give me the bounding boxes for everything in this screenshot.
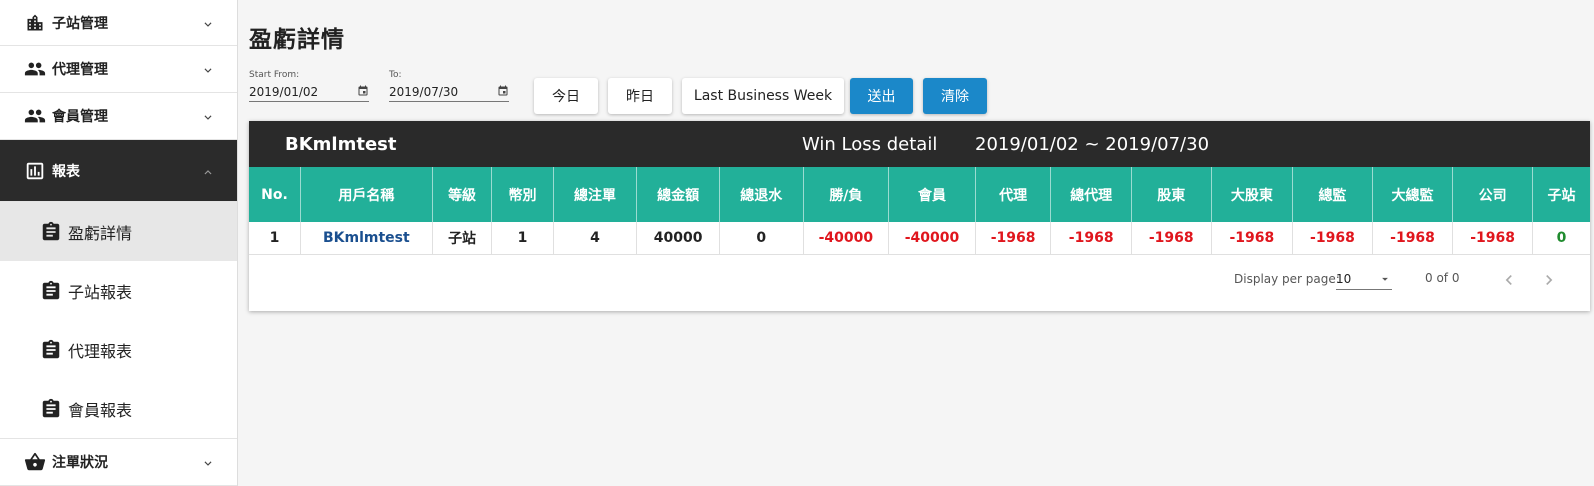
chevron-down-icon (204, 21, 212, 27)
basket-icon (24, 451, 46, 473)
sidebar-subitem-winloss[interactable]: 盈虧詳情 (0, 202, 237, 261)
sidebar-item-label: 注單狀況 (52, 455, 108, 471)
sidebar-item-agent[interactable]: 代理管理 (0, 46, 237, 93)
table-cell: 1 (491, 222, 554, 255)
column-header: 幣別 (491, 167, 554, 222)
start-date-label: Start From: (249, 70, 300, 80)
table-cell: 0 (1532, 222, 1590, 255)
pagination: Display per page: 10 0 of 0 (249, 264, 1590, 294)
sidebar-subitem-label: 會員報表 (68, 400, 133, 420)
clipboard-icon (40, 280, 62, 302)
column-header: 子站 (1547, 187, 1576, 204)
chevron-down-icon (204, 68, 212, 73)
column-header: 用戶名稱 (300, 167, 433, 222)
column-header: 勝/負 (803, 167, 890, 222)
page-title: 盈虧詳情 (249, 27, 345, 53)
table-cell: -1968 (1452, 222, 1533, 255)
per-page-select[interactable]: 10 (1336, 268, 1392, 290)
table-cell: 40000 (636, 222, 720, 255)
table-cell: -1968 (975, 222, 1052, 255)
report-user: BKmlmtest (285, 134, 397, 155)
last-business-week-button[interactable]: Last Business Week (682, 78, 844, 114)
column-header: 總金額 (636, 167, 720, 222)
people-icon (24, 58, 46, 80)
per-page-value: 10 (1336, 271, 1352, 286)
table-row: 1 BKmlmtest 子站 1 4 40000 0 -40000 -40000… (249, 222, 1590, 255)
column-header: 股東 (1131, 167, 1212, 222)
sidebar-item-label: 代理管理 (52, 62, 108, 78)
chevron-left-icon[interactable] (1499, 270, 1519, 290)
people-icon (24, 105, 46, 127)
page-count: 0 of 0 (1425, 271, 1460, 285)
username-link[interactable]: BKmlmtest (300, 222, 433, 255)
table-cell: 0 (719, 222, 804, 255)
end-date-field[interactable]: To: 2019/07/30 (389, 70, 509, 102)
column-header: 大總監 (1372, 167, 1454, 222)
table-cell: -1968 (1131, 222, 1212, 255)
sidebar-item-label: 報表 (52, 163, 80, 180)
calendar-icon[interactable] (357, 85, 369, 97)
column-header: 總注單 (553, 167, 638, 222)
start-date-input[interactable]: 2019/01/02 (249, 83, 318, 99)
table-header-row: No. 用戶名稱 等級 幣別 總注單 總金額 總退水 勝/負 會員 代理 總代理… (249, 167, 1590, 222)
main-content: 盈虧詳情 Start From: 2019/01/02 To: 2019/07/… (249, 0, 1594, 486)
table-cell: 子站 (432, 222, 493, 255)
today-button[interactable]: 今日 (534, 78, 598, 114)
table-cell: -1968 (1050, 222, 1132, 255)
report-card: BKmlmtest Win Loss detail 2019/01/02 ~ 2… (249, 121, 1590, 311)
clipboard-icon (40, 339, 62, 361)
sidebar-item-member[interactable]: 會員管理 (0, 93, 237, 140)
sidebar-subitem-label: 代理報表 (68, 341, 133, 361)
column-header: 等級 (432, 167, 493, 222)
table-cell: 4 (553, 222, 638, 255)
column-header: 代理 (975, 167, 1052, 222)
column-header: 總退水 (719, 167, 804, 222)
column-header: 大股東 (1211, 167, 1294, 222)
clear-button[interactable]: 清除 (923, 78, 987, 114)
sidebar-subitem-substation-report[interactable]: 子站報表 (0, 261, 237, 320)
chevron-right-icon[interactable] (1539, 270, 1559, 290)
column-header: 公司 (1452, 167, 1533, 222)
sidebar-item-reports[interactable]: 報表 (0, 140, 237, 202)
yesterday-button[interactable]: 昨日 (608, 78, 672, 114)
end-date-input[interactable]: 2019/07/30 (389, 83, 458, 99)
sidebar-item-bet-status[interactable]: 注單狀況 (0, 439, 237, 486)
table-cell: 1 (249, 222, 301, 255)
end-date-label: To: (389, 70, 402, 80)
sidebar: 子站管理 代理管理 會員管理 報表 盈虧詳情 子站報表 代理報表 會員報表 注單… (0, 0, 238, 486)
winloss-table: No. 用戶名稱 等級 幣別 總注單 總金額 總退水 勝/負 會員 代理 總代理… (249, 167, 1590, 255)
table-cell: -1968 (1372, 222, 1454, 255)
report-range: 2019/01/02 ~ 2019/07/30 (975, 134, 1210, 155)
calendar-icon[interactable] (497, 85, 509, 97)
report-header: BKmlmtest Win Loss detail 2019/01/02 ~ 2… (249, 121, 1590, 167)
column-header: 總代理 (1050, 167, 1132, 222)
table-cell: -1968 (1211, 222, 1294, 255)
submit-button[interactable]: 送出 (850, 78, 913, 114)
table-cell: -40000 (888, 222, 976, 255)
building-icon (24, 12, 46, 34)
column-header: No. (249, 167, 301, 222)
sidebar-item-label: 會員管理 (52, 109, 108, 125)
sidebar-subitem-agent-report[interactable]: 代理報表 (0, 320, 237, 379)
column-header: 總監 (1292, 167, 1373, 222)
table-cell: -40000 (803, 222, 890, 255)
clipboard-icon (40, 221, 62, 243)
table-cell: -1968 (1292, 222, 1373, 255)
sidebar-subitem-label: 子站報表 (68, 282, 133, 302)
sidebar-item-substation[interactable]: 子站管理 (0, 0, 237, 46)
sidebar-item-label: 子站管理 (52, 15, 108, 32)
sidebar-subitem-member-report[interactable]: 會員報表 (0, 379, 237, 438)
chevron-down-icon (204, 461, 212, 466)
per-page-label: Display per page: (1234, 272, 1340, 286)
report-title: Win Loss detail (802, 134, 938, 155)
chevron-up-icon (204, 169, 212, 174)
sidebar-subitem-label: 盈虧詳情 (68, 223, 133, 243)
clipboard-icon (40, 398, 62, 420)
dropdown-arrow-icon (1382, 277, 1388, 281)
start-date-field[interactable]: Start From: 2019/01/02 (249, 70, 369, 102)
column-header: 會員 (888, 167, 976, 222)
chart-icon (24, 160, 46, 182)
reports-submenu: 盈虧詳情 子站報表 代理報表 會員報表 (0, 202, 237, 439)
chevron-down-icon (204, 115, 212, 120)
